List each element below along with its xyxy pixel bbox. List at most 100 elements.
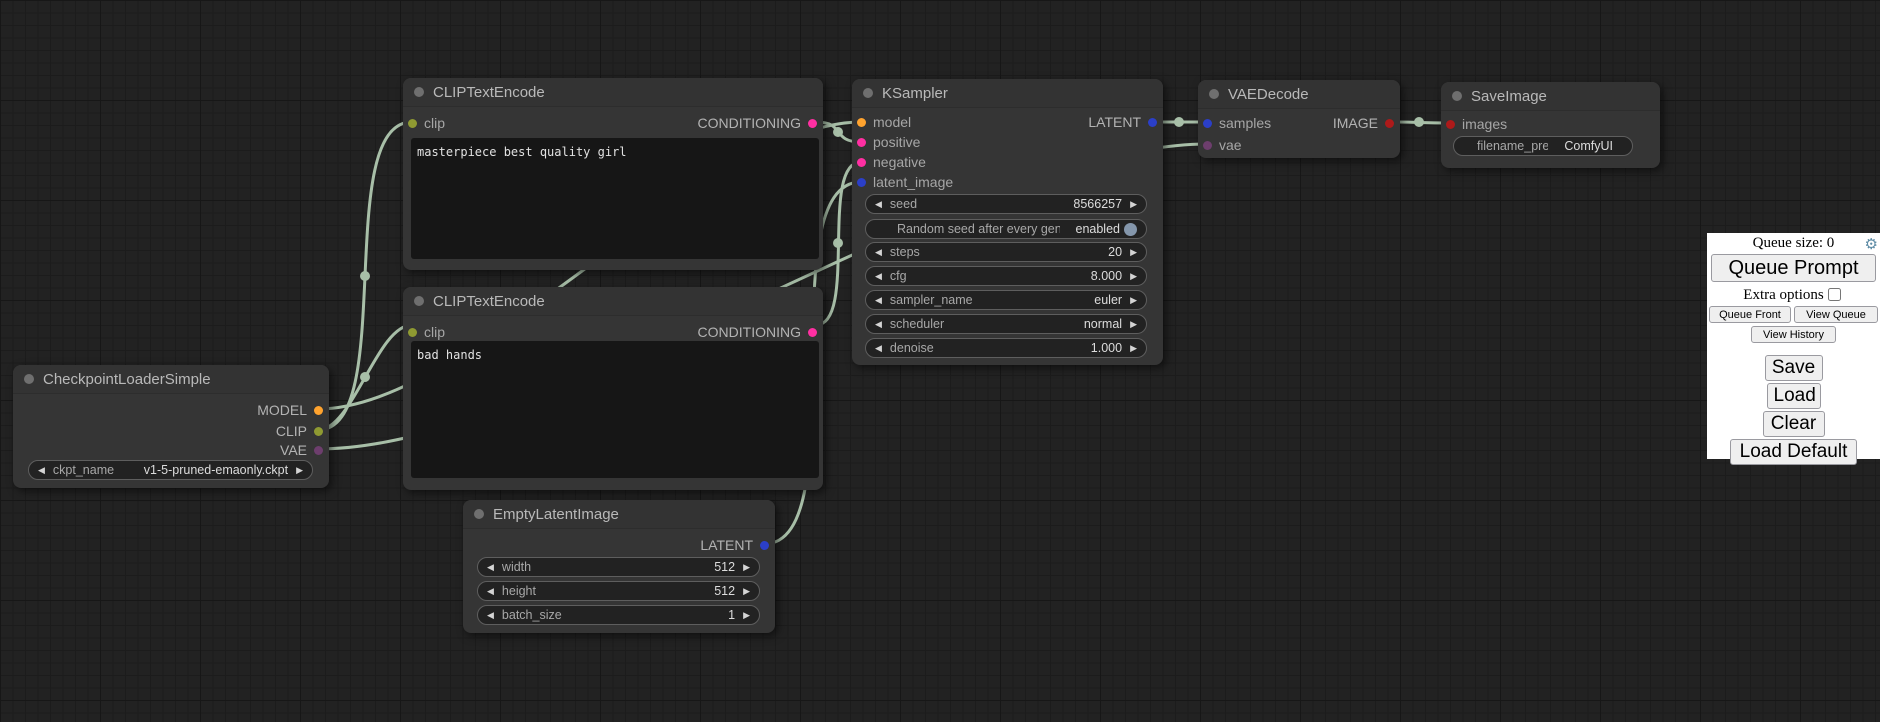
width-widget[interactable]: ◀ width 512 ▶: [477, 557, 760, 577]
link-midpoint: [833, 238, 843, 248]
input-port-positive[interactable]: [857, 138, 866, 147]
node-empty-latent-image[interactable]: EmptyLatentImage LATENT ◀ width 512 ▶ ◀ …: [463, 500, 775, 633]
cfg-widget[interactable]: ◀ cfg 8.000 ▶: [865, 266, 1147, 286]
increment-arrow-icon[interactable]: ▶: [1130, 272, 1137, 281]
node-vae-decode[interactable]: VAEDecode samples vae IMAGE: [1198, 80, 1400, 158]
input-label: negative: [873, 154, 926, 170]
ckpt-name-widget[interactable]: ◀ ckpt_name v1-5-pruned-emaonly.ckpt ▶: [28, 460, 313, 480]
node-save-image[interactable]: SaveImage images filename_prefix ComfyUI: [1441, 82, 1660, 168]
collapse-dot-icon[interactable]: [1209, 89, 1219, 99]
collapse-dot-icon[interactable]: [474, 509, 484, 519]
queue-prompt-button[interactable]: Queue Prompt: [1711, 254, 1876, 282]
node-title: VAEDecode: [1228, 86, 1309, 103]
output-port-clip[interactable]: [314, 427, 323, 436]
settings-gear-icon[interactable]: ⚙: [1865, 235, 1878, 253]
increment-arrow-icon[interactable]: ▶: [1130, 344, 1137, 353]
node-titlebar[interactable]: SaveImage: [1441, 82, 1660, 111]
output-port-latent[interactable]: [1148, 118, 1157, 127]
output-port-model[interactable]: [314, 406, 323, 415]
steps-widget[interactable]: ◀ steps 20 ▶: [865, 242, 1147, 262]
node-titlebar[interactable]: VAEDecode: [1198, 80, 1400, 109]
decrement-arrow-icon[interactable]: ◀: [875, 320, 882, 329]
input-label: positive: [873, 134, 920, 150]
output-port-conditioning[interactable]: [808, 328, 817, 337]
decrement-arrow-icon[interactable]: ◀: [487, 587, 494, 596]
increment-arrow-icon[interactable]: ▶: [1130, 296, 1137, 305]
output-label: CONDITIONING: [698, 115, 801, 131]
batch-size-widget[interactable]: ◀ batch_size 1 ▶: [477, 605, 760, 625]
output-port-image[interactable]: [1385, 119, 1394, 128]
input-port-latent-image[interactable]: [857, 178, 866, 187]
output-port-vae[interactable]: [314, 446, 323, 455]
load-default-button[interactable]: Load Default: [1730, 439, 1857, 465]
input-port-images[interactable]: [1446, 120, 1455, 129]
collapse-dot-icon[interactable]: [414, 87, 424, 97]
widget-label: ckpt_name: [53, 463, 128, 477]
load-button[interactable]: Load: [1767, 383, 1821, 409]
decrement-arrow-icon[interactable]: ◀: [38, 466, 45, 475]
sampler-name-widget[interactable]: ◀ sampler_name euler ▶: [865, 290, 1147, 310]
decrement-arrow-icon[interactable]: ◀: [875, 248, 882, 257]
collapse-dot-icon[interactable]: [414, 296, 424, 306]
decrement-arrow-icon[interactable]: ◀: [487, 563, 494, 572]
output-label: LATENT: [700, 537, 753, 553]
link-midpoint: [360, 271, 370, 281]
denoise-widget[interactable]: ◀ denoise 1.000 ▶: [865, 338, 1147, 358]
view-history-button[interactable]: View History: [1751, 326, 1836, 343]
decrement-arrow-icon[interactable]: ◀: [875, 200, 882, 209]
input-port-model[interactable]: [857, 118, 866, 127]
decrement-arrow-icon[interactable]: ◀: [487, 611, 494, 620]
node-clip-text-encode-negative[interactable]: CLIPTextEncode clip CONDITIONING bad han…: [403, 287, 823, 490]
increment-arrow-icon[interactable]: ▶: [743, 563, 750, 572]
input-label: clip: [424, 324, 445, 340]
clear-button[interactable]: Clear: [1763, 411, 1825, 437]
node-titlebar[interactable]: CheckpointLoaderSimple: [13, 365, 329, 394]
prompt-text-input[interactable]: masterpiece best quality girl: [411, 138, 819, 259]
increment-arrow-icon[interactable]: ▶: [743, 611, 750, 620]
input-port-clip[interactable]: [408, 328, 417, 337]
height-widget[interactable]: ◀ height 512 ▶: [477, 581, 760, 601]
increment-arrow-icon[interactable]: ▶: [743, 587, 750, 596]
save-button[interactable]: Save: [1765, 355, 1823, 381]
node-checkpoint-loader[interactable]: CheckpointLoaderSimple MODEL CLIP VAE ◀ …: [13, 365, 329, 488]
filename-prefix-widget[interactable]: filename_prefix ComfyUI: [1453, 136, 1633, 156]
input-port-clip[interactable]: [408, 119, 417, 128]
node-ksampler[interactable]: KSampler model positive negative latent_…: [852, 79, 1163, 365]
increment-arrow-icon[interactable]: ▶: [1130, 248, 1137, 257]
link-midpoint: [833, 127, 843, 137]
prompt-text-input[interactable]: bad hands: [411, 341, 819, 478]
decrement-arrow-icon[interactable]: ◀: [875, 344, 882, 353]
toggle-on-icon[interactable]: [1124, 223, 1137, 236]
increment-arrow-icon[interactable]: ▶: [1130, 200, 1137, 209]
increment-arrow-icon[interactable]: ▶: [1130, 320, 1137, 329]
widget-value: v1-5-pruned-emaonly.ckpt: [144, 463, 288, 477]
collapse-dot-icon[interactable]: [1452, 91, 1462, 101]
seed-widget[interactable]: ◀ seed 8566257 ▶: [865, 194, 1147, 214]
node-titlebar[interactable]: KSampler: [852, 79, 1163, 108]
collapse-dot-icon[interactable]: [863, 88, 873, 98]
input-label: latent_image: [873, 174, 953, 190]
random-seed-toggle[interactable]: Random seed after every gen enabled: [865, 219, 1147, 239]
comfyui-canvas[interactable]: { "colors": { "model": "#FFA32E", "clip"…: [0, 0, 1880, 722]
input-port-samples[interactable]: [1203, 119, 1212, 128]
queue-size-label: Queue size: 0 ⚙: [1707, 235, 1880, 252]
queue-front-button[interactable]: Queue Front: [1709, 306, 1791, 323]
decrement-arrow-icon[interactable]: ◀: [875, 272, 882, 281]
extra-options-checkbox[interactable]: [1828, 288, 1841, 301]
node-titlebar[interactable]: EmptyLatentImage: [463, 500, 775, 529]
output-port-conditioning[interactable]: [808, 119, 817, 128]
node-clip-text-encode-positive[interactable]: CLIPTextEncode clip CONDITIONING masterp…: [403, 78, 823, 270]
node-titlebar[interactable]: CLIPTextEncode: [403, 287, 823, 316]
input-label: images: [1462, 116, 1507, 132]
collapse-dot-icon[interactable]: [24, 374, 34, 384]
node-titlebar[interactable]: CLIPTextEncode: [403, 78, 823, 107]
queue-panel: Queue size: 0 ⚙ Queue Prompt Extra optio…: [1707, 233, 1880, 459]
output-label: LATENT: [1088, 114, 1141, 130]
input-port-negative[interactable]: [857, 158, 866, 167]
scheduler-widget[interactable]: ◀ scheduler normal ▶: [865, 314, 1147, 334]
decrement-arrow-icon[interactable]: ◀: [875, 296, 882, 305]
output-port-latent[interactable]: [760, 541, 769, 550]
increment-arrow-icon[interactable]: ▶: [296, 466, 303, 475]
input-port-vae[interactable]: [1203, 141, 1212, 150]
view-queue-button[interactable]: View Queue: [1794, 306, 1878, 323]
